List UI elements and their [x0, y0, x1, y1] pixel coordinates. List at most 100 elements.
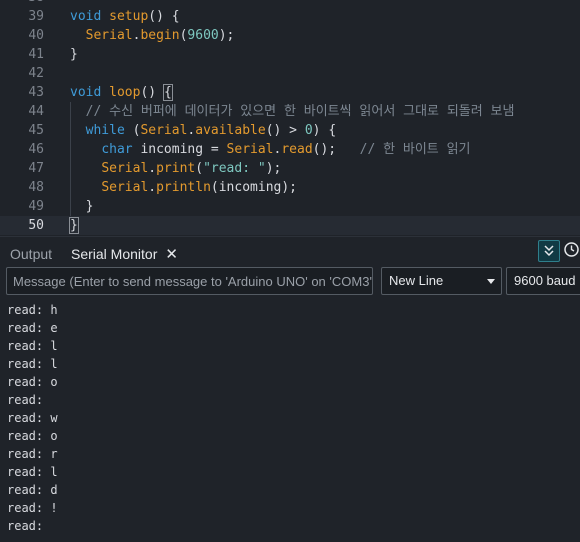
code-token: "read: " — [203, 161, 266, 176]
code-token: () — [140, 85, 164, 100]
line-number: 43 — [28, 85, 44, 100]
code-token: } — [69, 217, 79, 234]
code-token: ); — [265, 161, 282, 176]
code-line[interactable]: 38 — [0, 0, 580, 7]
code-token: begin — [140, 28, 180, 43]
serial-output-line: read: w — [7, 411, 58, 425]
code-token: () > — [265, 123, 305, 138]
code-token: Serial — [101, 161, 149, 176]
line-number: 46 — [28, 142, 44, 157]
code-token: void — [70, 85, 102, 100]
message-input[interactable] — [6, 267, 373, 295]
serial-output-line: read: o — [7, 375, 58, 389]
code-line[interactable]: 43 void loop() { — [0, 83, 580, 102]
code-token: ); — [218, 28, 235, 43]
code-text: // 수신 버퍼에 데이터가 있으면 한 바이트씩 읽어서 그대로 되돌려 보냄 — [70, 102, 515, 121]
code-token: // 한 바이트 읽기 — [359, 142, 471, 157]
code-text: } — [70, 197, 94, 216]
line-number: 50 — [28, 218, 44, 233]
code-token: loop — [109, 85, 141, 100]
code-line[interactable]: 48 Serial.println(incoming); — [0, 178, 580, 197]
line-number: 47 — [28, 161, 44, 176]
serial-output-line: read: d — [7, 483, 58, 497]
code-token: Serial — [101, 180, 149, 195]
code-token: . — [148, 180, 157, 195]
line-number: 45 — [28, 123, 44, 138]
code-token: 9600 — [187, 28, 219, 43]
code-text: char incoming = Serial.read(); // 한 바이트 … — [70, 140, 471, 159]
serial-output-line: read: ! — [7, 501, 58, 515]
code-text: void setup() { — [70, 7, 180, 26]
code-token: ) { — [312, 123, 337, 138]
code-line[interactable]: 40 Serial.begin(9600); — [0, 26, 580, 45]
serial-output-line: read: — [7, 519, 51, 533]
code-token: Serial — [85, 28, 133, 43]
serial-input-bar: New Line 9600 baud — [0, 266, 580, 300]
code-token: read — [281, 142, 313, 157]
serial-output-line: read: e — [7, 321, 58, 335]
line-number: 38 — [0, 0, 44, 7]
serial-monitor-output[interactable]: read: h read: e read: l read: l read: o read:… — [0, 300, 580, 542]
code-token: (); — [312, 142, 360, 157]
code-token: } — [70, 199, 94, 214]
code-token: (incoming); — [210, 180, 297, 195]
code-token: . — [148, 161, 157, 176]
code-line[interactable]: 47 Serial.print("read: "); — [0, 159, 580, 178]
indent-guide — [70, 102, 71, 216]
baud-rate-select[interactable]: 9600 baud — [506, 267, 580, 295]
code-text: while (Serial.available() > 0) { — [70, 121, 337, 140]
line-number: 39 — [28, 9, 44, 24]
code-token: void — [70, 9, 102, 24]
code-line[interactable]: 42 — [0, 64, 580, 83]
line-ending-select[interactable]: New Line — [381, 267, 502, 295]
serial-output-line: read: l — [7, 339, 58, 353]
code-token: Serial — [140, 123, 188, 138]
toggle-timestamp-button[interactable] — [563, 241, 580, 258]
code-token: { — [162, 84, 173, 101]
code-line[interactable]: 49 } — [0, 197, 580, 216]
code-text: Serial.println(incoming); — [70, 178, 297, 197]
code-line[interactable]: 41} — [0, 45, 580, 64]
code-token: ( — [195, 161, 204, 176]
code-token: // 수신 버퍼에 데이터가 있으면 한 바이트씩 읽어서 그대로 되돌려 보냄 — [85, 104, 515, 119]
line-number: 40 — [28, 28, 44, 43]
code-token: char — [101, 142, 133, 157]
code-line[interactable]: 44 // 수신 버퍼에 데이터가 있으면 한 바이트씩 읽어서 그대로 되돌려… — [0, 102, 580, 121]
code-text: } — [70, 45, 78, 64]
serial-output-line: read: o — [7, 429, 58, 443]
code-line[interactable]: 45 while (Serial.available() > 0) { — [0, 121, 580, 140]
serial-output-line: read: l — [7, 465, 58, 479]
line-number: 42 — [28, 66, 44, 81]
autoscroll-toggle[interactable] — [538, 240, 560, 262]
code-text: void loop() { — [70, 83, 173, 102]
baud-rate-value: 9600 baud — [514, 273, 576, 288]
code-token: ( — [124, 123, 141, 138]
code-text: Serial.begin(9600); — [70, 26, 235, 45]
line-number: 41 — [28, 47, 44, 62]
code-token: setup — [109, 9, 149, 24]
serial-output-line: read: l — [7, 357, 58, 371]
code-line[interactable]: 50} — [0, 216, 580, 235]
code-text: Serial.print("read: "); — [70, 159, 281, 178]
line-number: 49 — [28, 199, 44, 214]
code-editor[interactable]: 3839void setup() {40 Serial.begin(9600);… — [0, 0, 580, 236]
code-token: () { — [148, 9, 180, 24]
code-text: } — [69, 216, 79, 235]
code-line[interactable]: 39 void setup() { — [0, 7, 580, 26]
code-token: println — [156, 180, 211, 195]
code-token: Serial — [226, 142, 274, 157]
code-token: available — [195, 123, 266, 138]
chevron-down-icon — [487, 279, 495, 284]
line-ending-value: New Line — [389, 273, 444, 288]
code-line[interactable]: 46 char incoming = Serial.read(); // 한 바… — [0, 140, 580, 159]
tab-serial-monitor-label: Serial Monitor — [71, 246, 158, 262]
code-token: 0 — [304, 123, 313, 138]
serial-output-line: read: r — [7, 447, 58, 461]
serial-output-line: read: h — [7, 303, 58, 317]
